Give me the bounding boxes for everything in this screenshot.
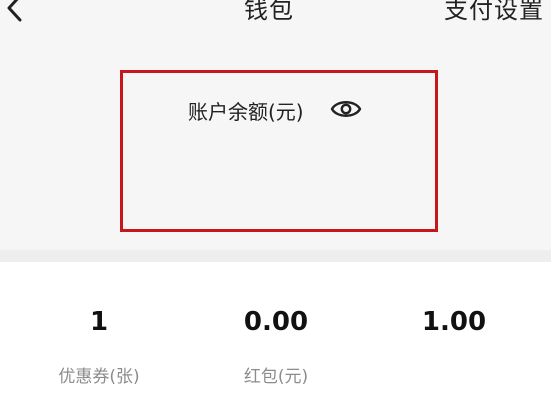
- page-title: 钱包: [244, 0, 294, 24]
- top-bar: 钱包 支付设置: [0, 0, 551, 40]
- red-packet-stat[interactable]: 0.00 红包(元): [184, 262, 368, 413]
- account-balance-label: 账户余额(元): [188, 100, 304, 124]
- balance-highlight-frame: [120, 70, 438, 232]
- wallet-page: 钱包 支付设置 账户余额(元) 1 优惠券(张) 0.00 红包(元) 1.00: [0, 0, 551, 413]
- coupons-count: 1: [89, 307, 109, 337]
- back-button[interactable]: [0, 0, 34, 28]
- eye-icon: [330, 101, 362, 117]
- red-packet-amount: 0.00: [243, 307, 309, 337]
- wallet-stats-row: 1 优惠券(张) 0.00 红包(元) 1.00: [0, 262, 551, 413]
- coupons-stat[interactable]: 1 优惠券(张): [7, 262, 191, 413]
- section-divider: [0, 250, 551, 262]
- toggle-balance-visibility-button[interactable]: [330, 98, 362, 120]
- third-stat-amount: 1.00: [421, 307, 487, 337]
- red-packet-label: 红包(元): [243, 367, 309, 387]
- third-stat[interactable]: 1.00: [362, 262, 546, 413]
- coupons-label: 优惠券(张): [58, 367, 140, 387]
- chevron-left-icon: [7, 0, 22, 22]
- payment-settings-link[interactable]: 支付设置: [444, 0, 544, 25]
